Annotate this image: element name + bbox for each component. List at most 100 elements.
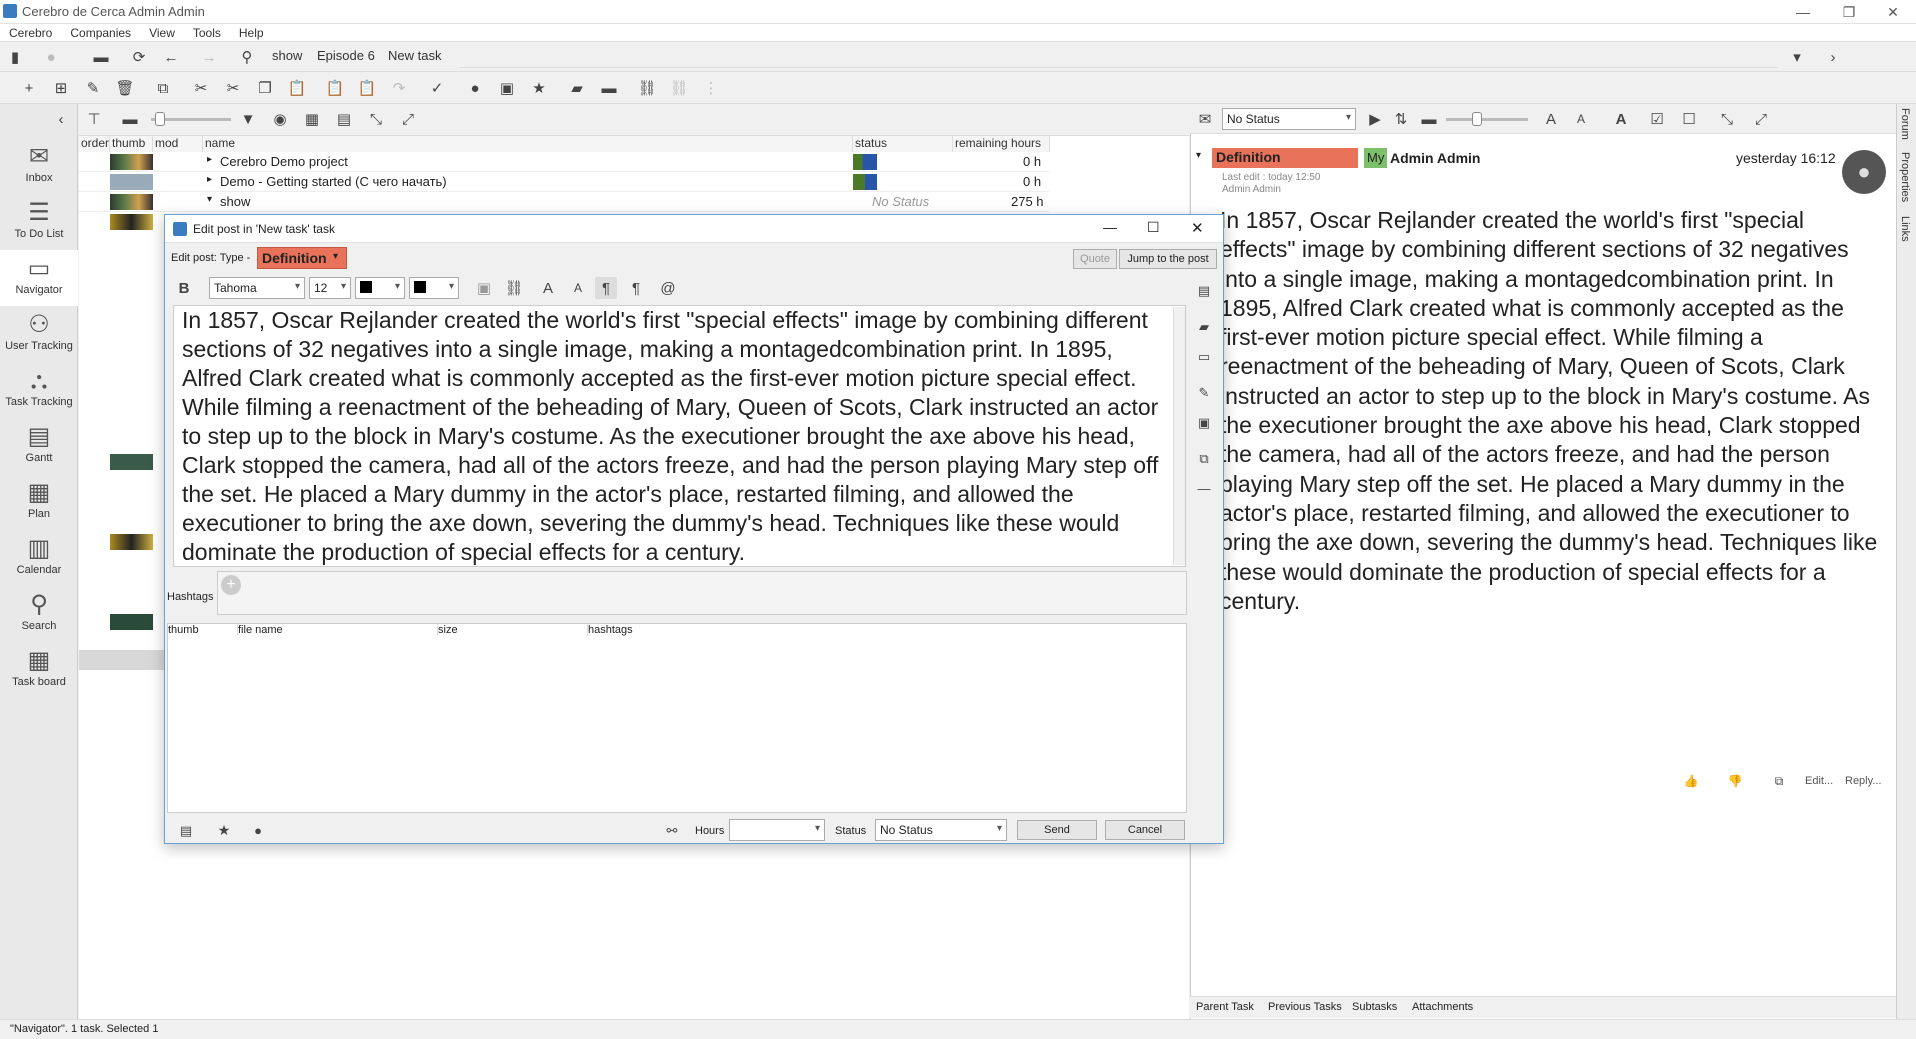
tree-expander-icon[interactable]: ▸ — [207, 174, 212, 185]
insert-link-icon[interactable]: ⛓ — [503, 277, 525, 299]
cancel-button[interactable]: Cancel — [1105, 820, 1185, 840]
monitor-icon[interactable]: ▬ — [119, 108, 141, 130]
tab-links[interactable]: Links — [1899, 216, 1911, 242]
close-icon[interactable]: ✕ — [1870, 0, 1916, 24]
nav-task-board[interactable]: ▦ Task board — [0, 642, 78, 698]
text-color-select[interactable] — [355, 277, 405, 299]
editor-scrollbar[interactable] — [1173, 307, 1185, 565]
attach-icon[interactable]: ▤ — [175, 819, 197, 841]
menu-cerebro[interactable]: Cerebro — [0, 24, 61, 41]
bulb-icon[interactable]: ● — [247, 819, 269, 841]
side-folder-icon[interactable]: ▭ — [1193, 345, 1215, 367]
size-select[interactable]: 12 — [309, 277, 351, 299]
copy-icon[interactable]: ❐ — [254, 77, 276, 99]
send-button[interactable]: Send — [1017, 820, 1097, 840]
dialog-maximize-icon[interactable]: ☐ — [1147, 219, 1160, 236]
zoom-handle[interactable] — [155, 112, 165, 126]
tab-subtasks[interactable]: Subtasks — [1352, 1001, 1397, 1013]
monitor-icon[interactable]: ▬ — [1418, 108, 1440, 130]
tab-parent-task[interactable]: Parent Task — [1196, 1001, 1254, 1013]
nav-inbox[interactable]: ✉ Inbox — [0, 138, 78, 194]
font-icon[interactable]: A — [1610, 108, 1632, 130]
side-image-icon[interactable]: ▣ — [1193, 411, 1215, 433]
bg-color-select[interactable] — [409, 277, 459, 299]
redo-icon[interactable]: ↷ — [388, 77, 410, 99]
paragraph-rtl-icon[interactable]: ¶ — [625, 277, 647, 299]
unlink-icon[interactable]: ⛓ — [668, 77, 690, 99]
side-doc-icon[interactable]: ▤ — [1193, 279, 1215, 301]
font-decrease-icon[interactable]: A — [567, 277, 589, 299]
hours-input[interactable] — [729, 819, 825, 841]
document-icon[interactable]: ▤ — [333, 108, 355, 130]
col-status[interactable]: status — [853, 136, 953, 152]
breadcrumb-task[interactable]: New task — [388, 48, 441, 63]
cut-icon[interactable]: ✂ — [190, 77, 212, 99]
menu-tools[interactable]: Tools — [184, 24, 230, 41]
tab-attachments[interactable]: Attachments — [1412, 1001, 1473, 1013]
add-subtask-icon[interactable]: ⊞ — [50, 77, 72, 99]
paste-icon[interactable]: 📋 — [286, 77, 308, 99]
hierarchy-icon[interactable]: ⊤ — [83, 108, 105, 130]
thumbs-down-icon[interactable]: 👎 — [1724, 770, 1746, 792]
expand-all-icon[interactable]: ⤢ — [1750, 108, 1772, 130]
post-editor[interactable]: In 1857, Oscar Rejlander created the wor… — [173, 305, 1186, 567]
collapse-all-icon[interactable]: ⤡ — [1716, 108, 1738, 130]
add-icon[interactable]: + — [18, 77, 40, 99]
search-icon[interactable]: ⚲ — [236, 46, 258, 68]
slider-handle[interactable] — [1472, 112, 1482, 126]
check-icon[interactable]: ✓ — [426, 77, 448, 99]
menu-view[interactable]: View — [140, 24, 184, 41]
collapse-chevron-icon[interactable]: ‹ — [50, 108, 72, 130]
breadcrumb-field[interactable] — [460, 46, 1778, 68]
star-icon[interactable]: ★ — [528, 77, 550, 99]
play-icon[interactable]: ▶ — [1364, 108, 1386, 130]
eye-icon[interactable]: ◉ — [269, 108, 291, 130]
checkbox-icon[interactable]: ☑ — [1646, 108, 1668, 130]
font-size-slider[interactable] — [1446, 118, 1528, 121]
table-row[interactable]: ▾ show No Status 275 h — [79, 192, 1049, 212]
edit-link[interactable]: Edit... — [1805, 775, 1833, 787]
tree-expander-icon[interactable]: ▸ — [207, 154, 212, 165]
tab-properties[interactable]: Properties — [1899, 152, 1911, 202]
breadcrumb-episode[interactable]: Episode 6 — [317, 48, 375, 63]
font-select[interactable]: Tahoma — [209, 277, 305, 299]
dialog-close-icon[interactable]: ✕ — [1191, 219, 1204, 237]
bookmark-icon[interactable]: ▬ — [598, 77, 620, 99]
tab-forum[interactable]: Forum — [1899, 108, 1911, 140]
side-minus-icon[interactable]: — — [1193, 477, 1215, 499]
selected-row[interactable] — [79, 650, 165, 670]
back-icon[interactable]: ← — [160, 46, 182, 68]
table-icon[interactable]: ▦ — [301, 108, 323, 130]
font-increase-icon[interactable]: A — [1540, 108, 1562, 130]
link-icon[interactable]: ⛓ — [636, 77, 658, 99]
chevron-down-icon[interactable]: ▾ — [1786, 46, 1808, 68]
add-hashtag-icon[interactable]: + — [221, 575, 241, 595]
col-thumb[interactable]: thumb — [110, 136, 153, 152]
col-mod[interactable]: mod — [153, 136, 203, 152]
jump-to-post-button[interactable]: Jump to the post — [1119, 249, 1217, 269]
more-icon[interactable]: ⋮ — [700, 77, 722, 99]
font-increase-icon[interactable]: A — [537, 277, 559, 299]
nav-search[interactable]: ⚲ Search — [0, 586, 78, 642]
refresh-icon[interactable]: ⟳ — [128, 46, 150, 68]
expand-icon[interactable]: ⤢ — [397, 108, 419, 130]
filter-icon[interactable]: ▼ — [237, 108, 259, 130]
sort-icon[interactable]: ⇅ — [1390, 108, 1412, 130]
hashtags-field[interactable] — [217, 571, 1187, 615]
status-select[interactable]: No Status — [875, 819, 1007, 841]
menu-help[interactable]: Help — [230, 24, 273, 41]
side-layers-icon[interactable]: ▰ — [1193, 315, 1215, 337]
nav-navigator[interactable]: ▭ Navigator — [0, 250, 78, 306]
attach-col-thumb[interactable]: thumb — [168, 624, 238, 636]
thumbs-up-icon[interactable]: 👍 — [1680, 770, 1702, 792]
nav-todo[interactable]: ☰ To Do List — [0, 194, 78, 250]
nav-gantt[interactable]: ▤ Gantt — [0, 418, 78, 474]
status-select[interactable]: No Status — [1222, 108, 1356, 130]
col-order[interactable]: order — [79, 136, 110, 152]
image-icon[interactable]: ▣ — [496, 77, 518, 99]
delete-icon[interactable]: 🗑 — [114, 77, 136, 99]
menu-companies[interactable]: Companies — [61, 24, 140, 41]
post-collapse-icon[interactable]: ▾ — [1196, 150, 1201, 161]
layers-icon[interactable]: ▰ — [566, 77, 588, 99]
dialog-minimize-icon[interactable]: — — [1103, 219, 1117, 235]
